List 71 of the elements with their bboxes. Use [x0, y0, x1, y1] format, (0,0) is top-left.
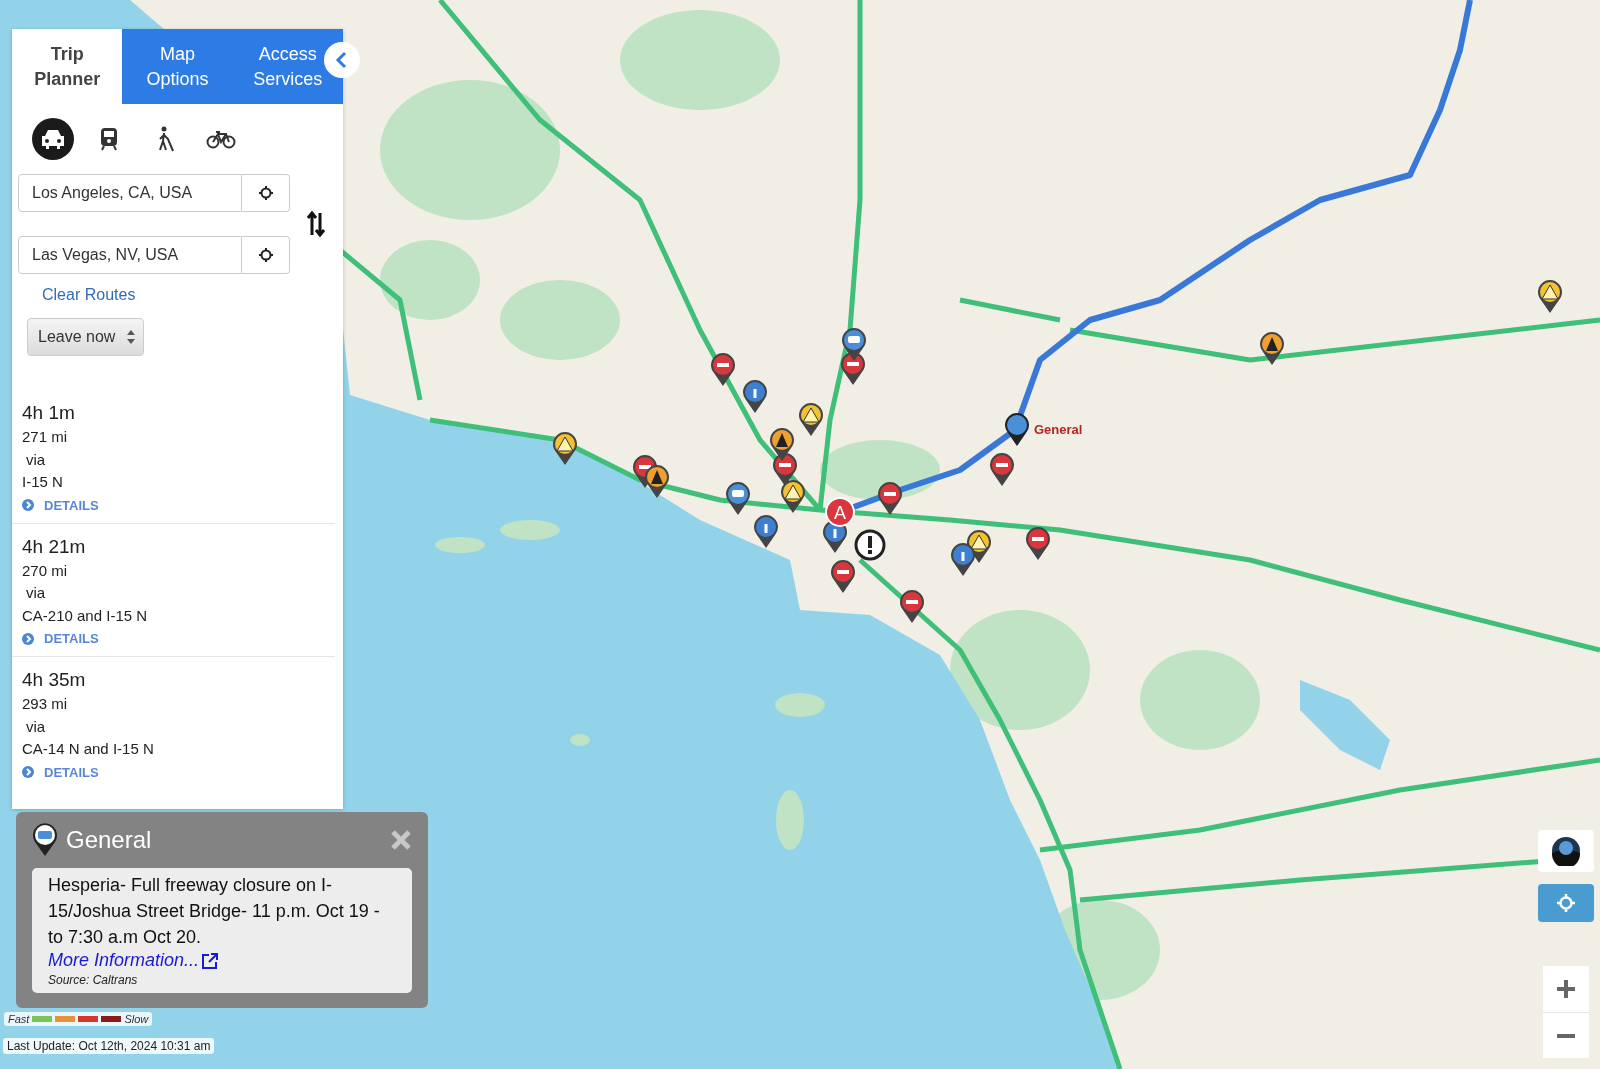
external-link-icon	[201, 951, 220, 970]
warning-marker-icon[interactable]	[781, 480, 805, 513]
warning-marker-icon[interactable]	[553, 432, 577, 465]
details-link[interactable]: DETAILS	[22, 764, 99, 780]
tab[interactable]: Trip Planner	[12, 29, 123, 104]
incident-label: General	[1034, 422, 1083, 437]
route-road: CA-14 N and I-15 N	[22, 739, 154, 759]
globe-logo-icon	[1551, 836, 1581, 866]
tab[interactable]: Access Services	[232, 29, 343, 104]
car-marker-icon	[32, 823, 58, 857]
warning-marker-icon[interactable]	[799, 403, 823, 436]
departure-select[interactable]: Leave now	[27, 318, 145, 356]
bicycle-icon	[206, 129, 236, 149]
cone-marker-icon[interactable]	[770, 428, 794, 461]
car-marker-icon[interactable]	[842, 328, 866, 361]
legend-slow-label: Slow	[124, 1013, 149, 1025]
plus-icon	[1556, 979, 1576, 999]
route-via: via	[25, 716, 46, 737]
car-mode-button[interactable]	[32, 118, 74, 160]
updown-arrows-icon	[127, 330, 136, 344]
details-link[interactable]: DETAILS	[22, 497, 99, 513]
last-update-label: Last Update: Oct 12th, 2024 10:31 am	[3, 1038, 215, 1054]
closure-marker-icon[interactable]	[900, 590, 924, 623]
start-marker[interactable]: A	[825, 497, 855, 527]
route-duration: 4h 1m	[22, 401, 75, 425]
closure-marker-icon[interactable]	[711, 353, 735, 386]
car-icon	[40, 128, 66, 150]
chevron-circle-icon	[22, 632, 34, 645]
route-road: CA-210 and I-15 N	[22, 605, 148, 626]
car-marker-icon[interactable]	[1005, 413, 1029, 446]
info-marker-icon[interactable]	[951, 543, 975, 576]
warning-marker-icon[interactable]	[1538, 280, 1562, 313]
route-road: I-15 N	[22, 472, 63, 492]
closure-marker-icon[interactable]	[990, 453, 1014, 486]
chevron-left-icon	[335, 51, 349, 69]
clear-routes-link[interactable]: Clear Routes	[42, 286, 136, 304]
closure-marker-icon[interactable]	[878, 482, 902, 515]
route-via: via	[25, 449, 46, 470]
info-marker-icon[interactable]	[754, 515, 778, 548]
source-note: Source: Caltrans	[48, 973, 139, 987]
locate-me-button[interactable]	[1538, 884, 1594, 922]
route-duration: 4h 35m	[22, 668, 86, 692]
chevron-circle-icon	[22, 499, 34, 511]
minus-icon	[1556, 1033, 1576, 1038]
closure-marker-icon[interactable]	[841, 352, 865, 385]
route-distance: 270 mi	[22, 560, 68, 581]
route-duration: 4h 21m	[22, 534, 86, 559]
incident-description: Hesperia- Full freeway closure on I-15/Joshua Street Bridge- 11 p.m. Oct 19 - to 7:30 a.m Oct 20.	[48, 874, 381, 949]
closure-marker-icon[interactable]	[831, 560, 855, 593]
route-via: via	[25, 583, 46, 603]
route-distance: 293 mi	[22, 694, 68, 714]
swap-icon[interactable]	[306, 211, 326, 237]
chevron-circle-icon	[22, 766, 34, 778]
train-icon	[99, 127, 119, 151]
origin-field[interactable]: Los Angeles, CA, USA	[18, 174, 242, 212]
tab[interactable]: Map Options	[122, 29, 233, 104]
more-information-link[interactable]: More Information...	[48, 950, 220, 971]
popup-title: General	[66, 826, 152, 854]
car-marker-icon[interactable]	[726, 482, 750, 515]
closure-marker-icon[interactable]	[1026, 527, 1050, 560]
legend-fast-label: Fast	[8, 1013, 30, 1025]
info-marker-icon[interactable]	[743, 380, 767, 413]
cone-marker-icon[interactable]	[1260, 332, 1284, 365]
locate-icon[interactable]	[257, 185, 274, 201]
alert-marker-icon[interactable]	[854, 529, 886, 561]
cone-marker-icon[interactable]	[645, 465, 669, 498]
locate-icon	[1556, 893, 1576, 913]
destination-field[interactable]: Las Vegas, NV, USA	[18, 236, 242, 274]
route-distance: 271 mi	[22, 427, 68, 447]
locate-icon[interactable]	[257, 247, 274, 263]
details-link[interactable]: DETAILS	[22, 631, 99, 646]
